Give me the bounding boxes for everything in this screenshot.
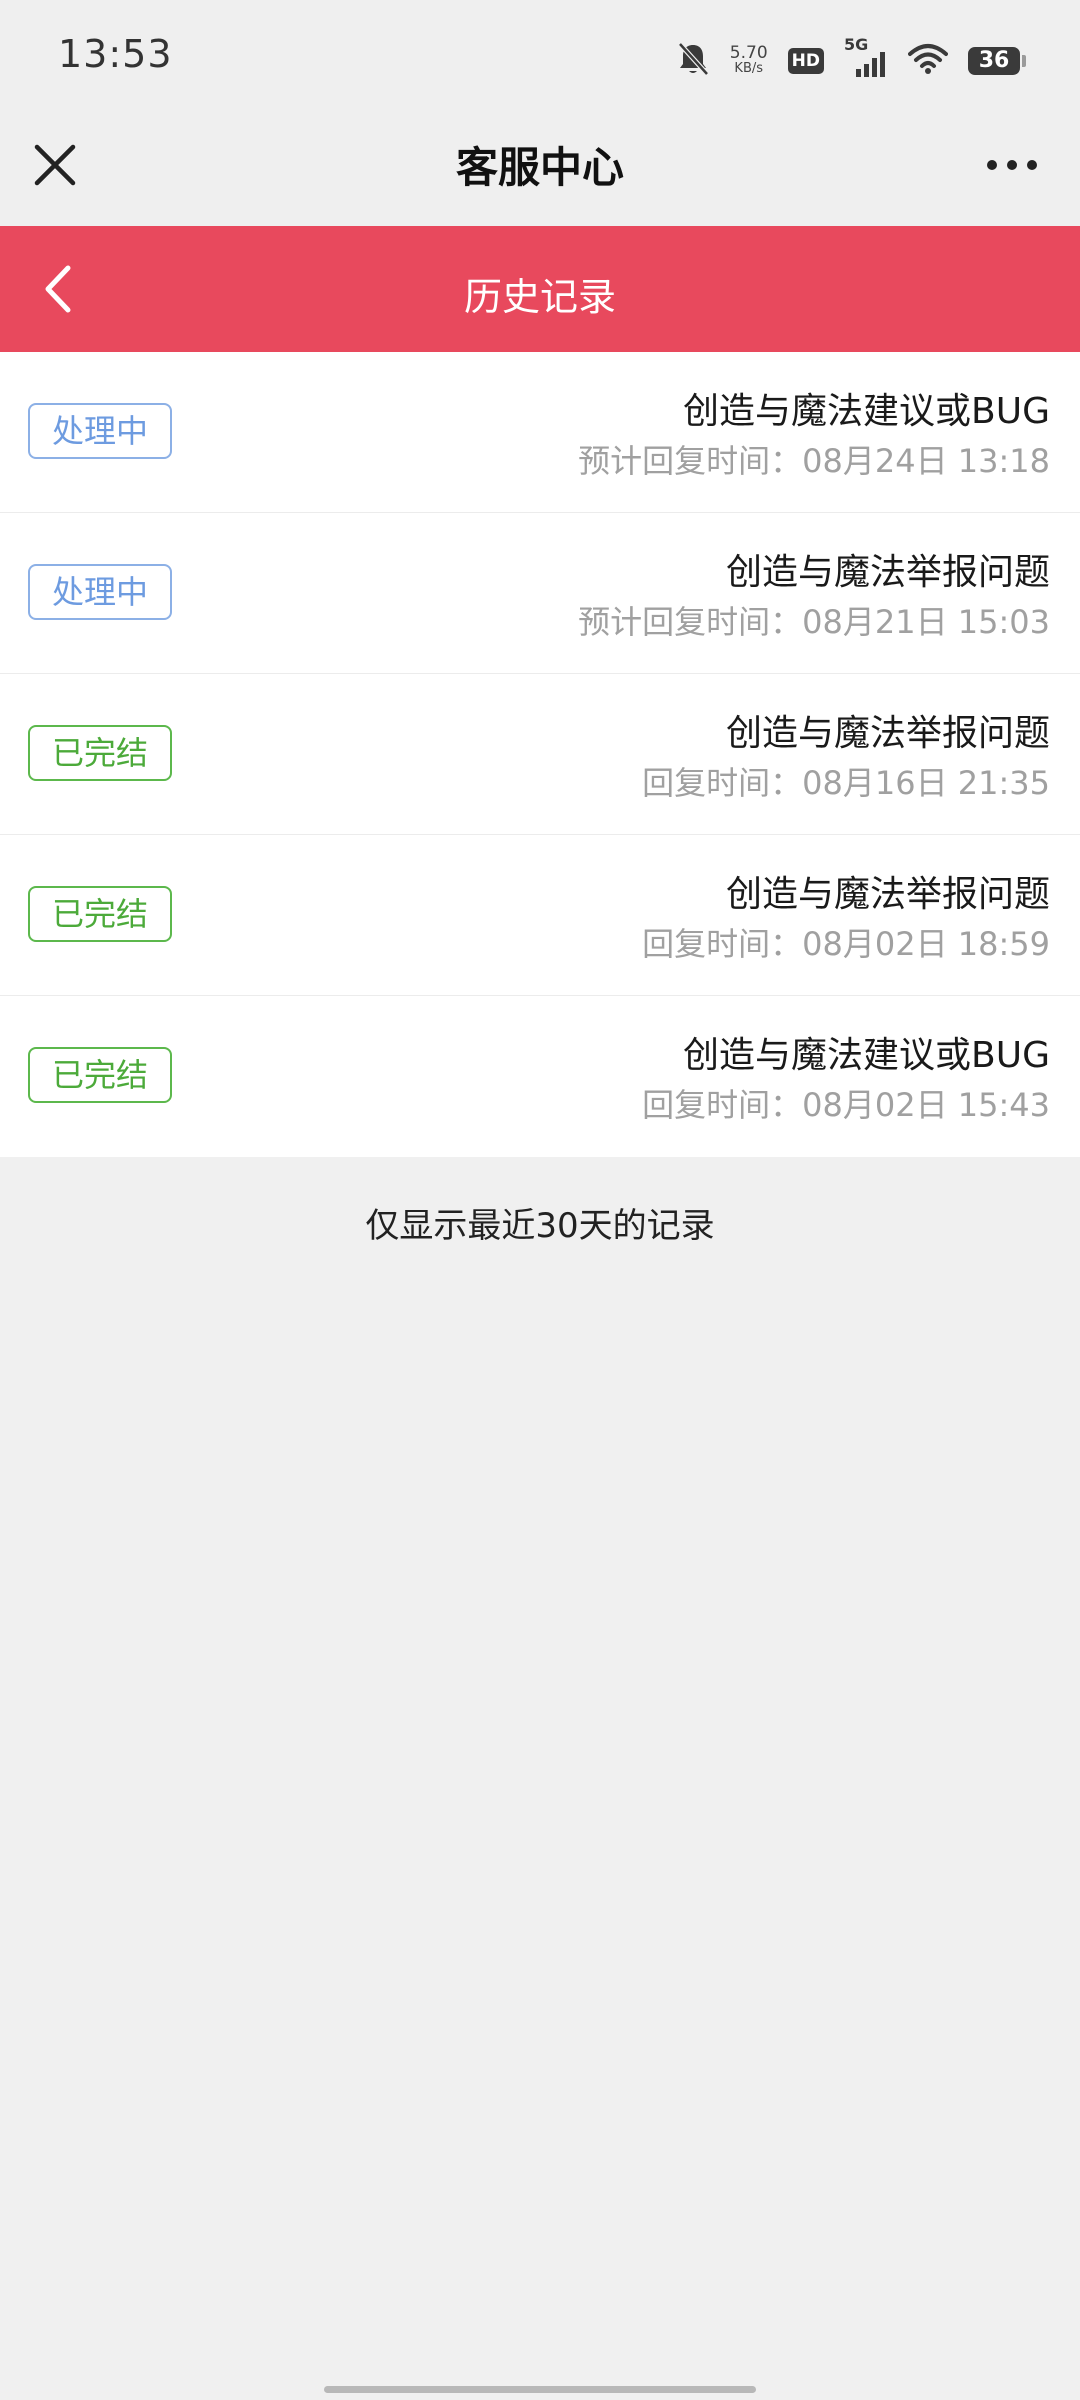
page-title: 客服中心 bbox=[455, 143, 624, 192]
status-icons: 5.70 KB/s HD 5G 36 bbox=[676, 35, 1026, 86]
network-speed: 5.70 KB/s bbox=[730, 45, 768, 77]
more-icon[interactable] bbox=[986, 148, 1038, 182]
status-badge: 已完结 bbox=[28, 1047, 172, 1103]
record-title: 创造与魔法建议或BUG bbox=[683, 391, 1050, 432]
status-badge: 处理中 bbox=[28, 564, 172, 620]
record-row[interactable]: 处理中 创造与魔法建议或BUG 预计回复时间：08月24日 13:18 bbox=[0, 352, 1080, 513]
status-badge: 已完结 bbox=[28, 725, 172, 781]
signal-icon: 5G bbox=[844, 35, 888, 81]
record-row[interactable]: 处理中 创造与魔法举报问题 预计回复时间：08月21日 15:03 bbox=[0, 513, 1080, 674]
record-row[interactable]: 已完结 创造与魔法举报问题 回复时间：08月16日 21:35 bbox=[0, 674, 1080, 835]
record-row[interactable]: 已完结 创造与魔法建议或BUG 回复时间：08月02日 15:43 bbox=[0, 996, 1080, 1157]
battery-tip bbox=[1022, 55, 1026, 67]
record-time: 预计回复时间：08月21日 15:03 bbox=[578, 603, 1050, 641]
record-title: 创造与魔法举报问题 bbox=[725, 713, 1050, 754]
bell-off-icon bbox=[676, 41, 710, 81]
record-title: 创造与魔法建议或BUG bbox=[683, 1035, 1050, 1076]
footer-note: 仅显示最近30天的记录 bbox=[365, 1206, 715, 1246]
record-time: 回复时间：08月02日 18:59 bbox=[642, 925, 1050, 963]
battery-icon: 36 bbox=[968, 47, 1026, 75]
record-time: 预计回复时间：08月24日 13:18 bbox=[578, 442, 1050, 480]
network-type-label: 5G bbox=[844, 35, 869, 54]
battery-level: 36 bbox=[968, 47, 1020, 75]
record-title: 创造与魔法举报问题 bbox=[725, 874, 1050, 915]
wifi-icon bbox=[908, 42, 948, 80]
record-title: 创造与魔法举报问题 bbox=[725, 552, 1050, 593]
home-indicator[interactable] bbox=[324, 2386, 756, 2393]
history-title: 历史记录 bbox=[463, 275, 616, 319]
status-badge: 已完结 bbox=[28, 886, 172, 942]
status-badge: 处理中 bbox=[28, 403, 172, 459]
hd-badge: HD bbox=[787, 48, 824, 74]
record-row[interactable]: 已完结 创造与魔法举报问题 回复时间：08月02日 18:59 bbox=[0, 835, 1080, 996]
record-time: 回复时间：08月02日 15:43 bbox=[642, 1086, 1050, 1124]
history-header: 历史记录 bbox=[0, 226, 1080, 352]
status-bar: 13:53 5.70 KB/s HD 5G 36 bbox=[0, 0, 1080, 118]
nav-bar: 客服中心 bbox=[0, 118, 1080, 226]
network-speed-unit: KB/s bbox=[734, 61, 764, 76]
record-time: 回复时间：08月16日 21:35 bbox=[642, 764, 1050, 802]
network-speed-value: 5.70 bbox=[729, 43, 768, 63]
status-time: 13:53 bbox=[58, 32, 173, 76]
record-list: 处理中 创造与魔法建议或BUG 预计回复时间：08月24日 13:18 处理中 … bbox=[0, 352, 1080, 1157]
